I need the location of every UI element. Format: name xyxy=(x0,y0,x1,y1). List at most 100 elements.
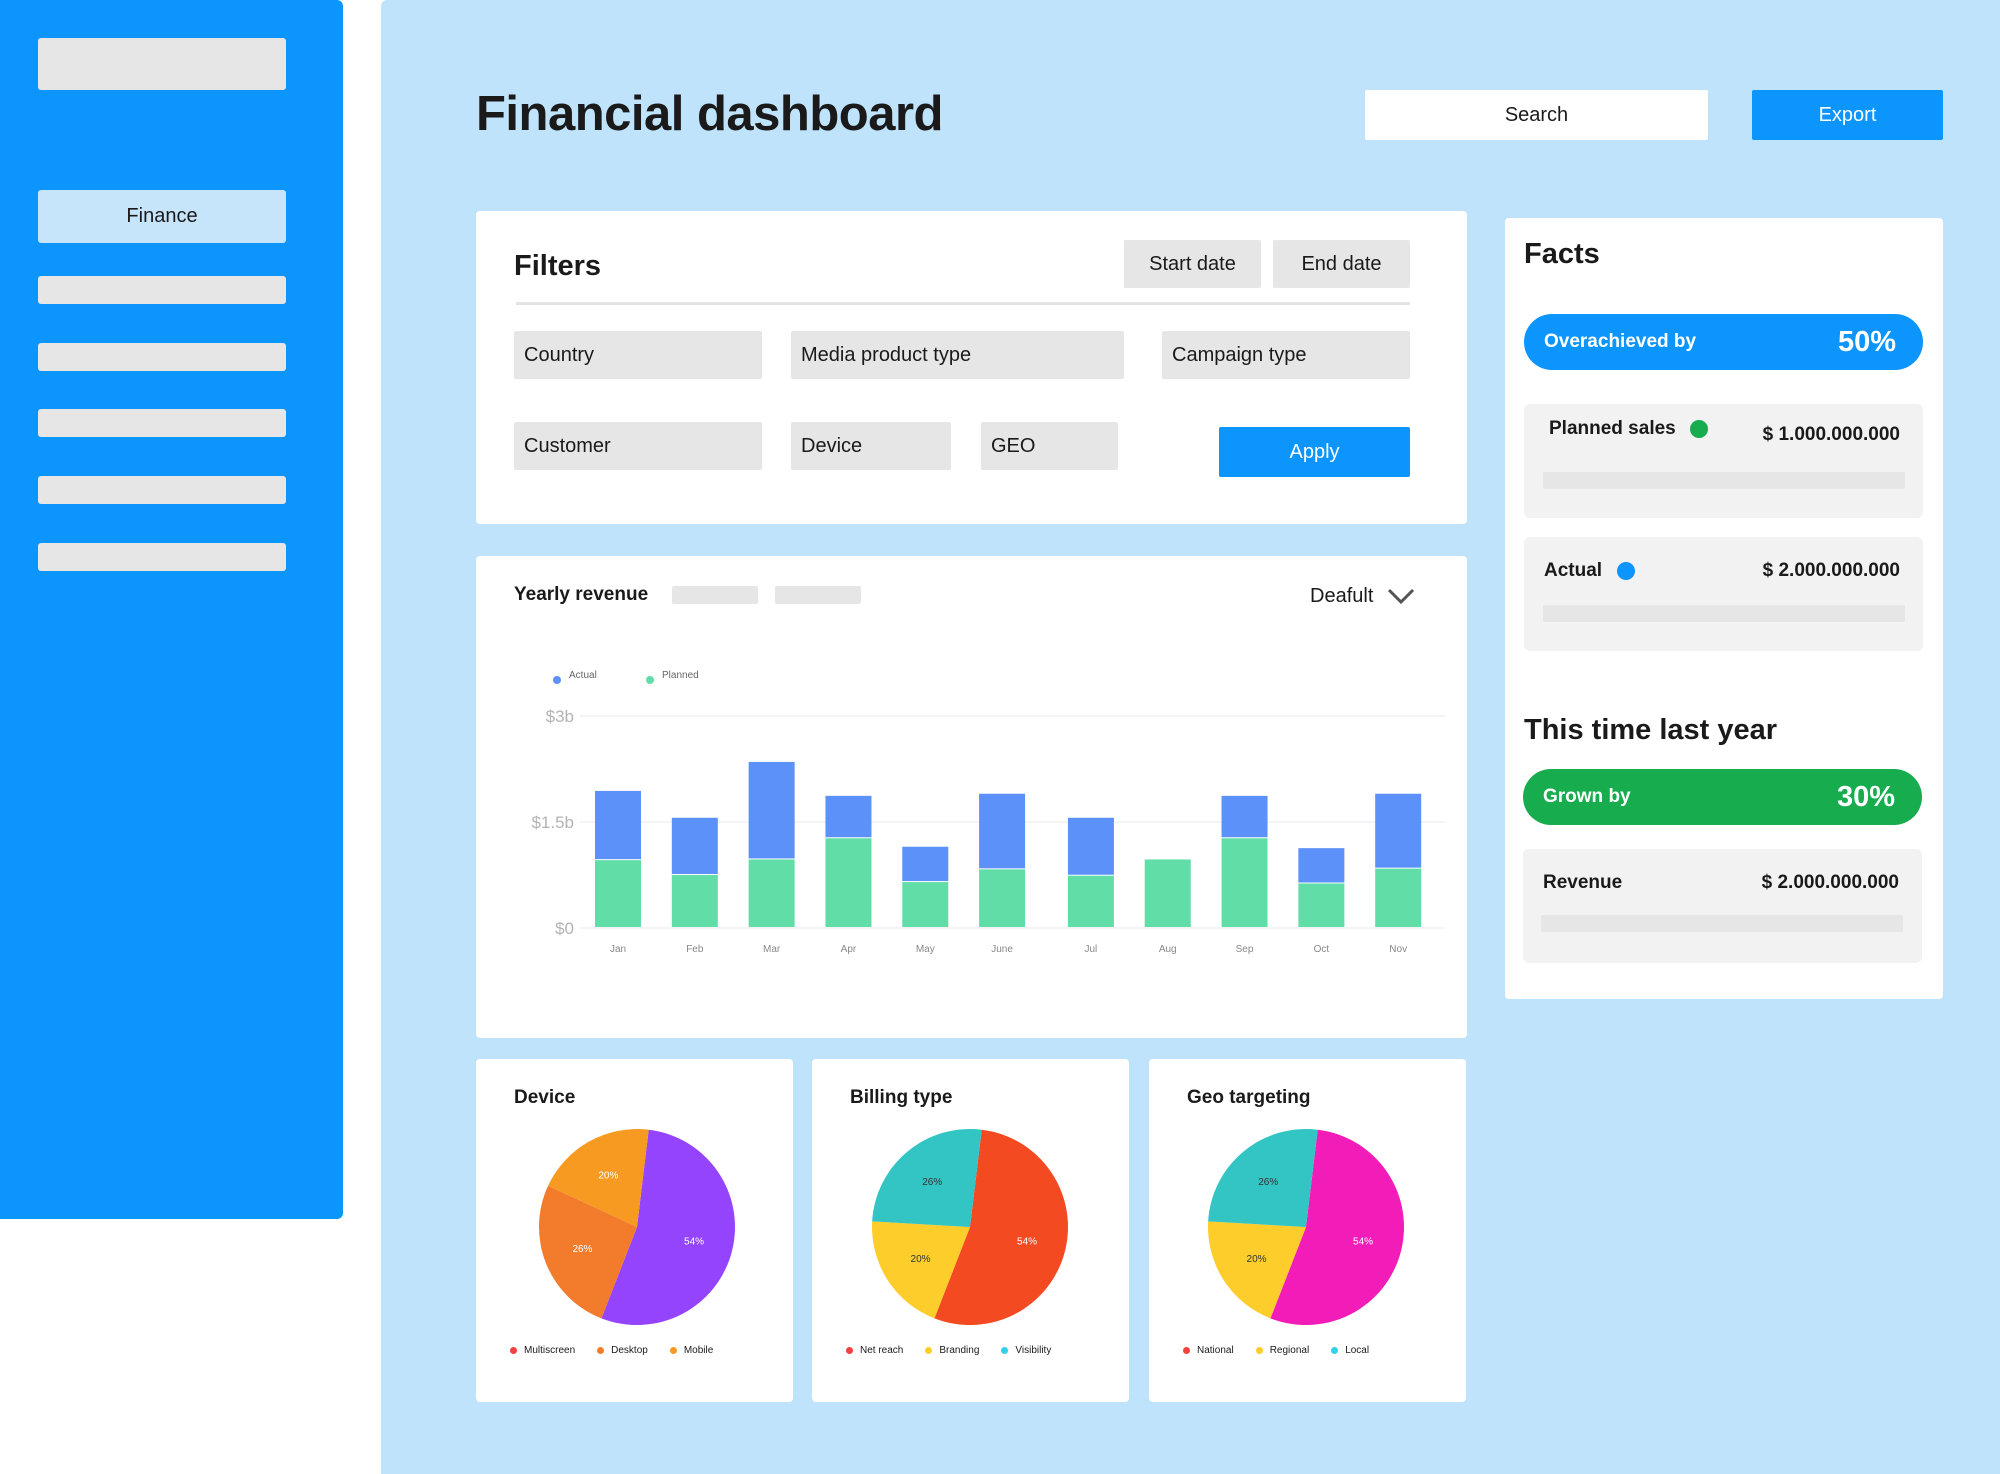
overachieved-pill: Overachieved by 50% xyxy=(1524,314,1923,370)
legend-label: National xyxy=(1197,1345,1234,1356)
bar-planned-jul xyxy=(1067,875,1114,927)
sidebar-item-placeholder[interactable] xyxy=(38,409,286,437)
geo-targeting-pie-title: Geo targeting xyxy=(1187,1087,1311,1108)
chevron-down-icon xyxy=(1388,588,1415,605)
legend-item: Net reach xyxy=(846,1345,903,1356)
facts-title: Facts xyxy=(1524,238,1600,270)
bar-actual-sep xyxy=(1221,795,1268,838)
legend-dot xyxy=(510,1347,517,1354)
revenue-fact-row xyxy=(1523,849,1922,963)
bar-planned-nov xyxy=(1375,868,1422,927)
x-tick-label: Sep xyxy=(1236,944,1254,955)
legend-item: Desktop xyxy=(597,1345,648,1356)
revenue-fact-label: Revenue xyxy=(1543,872,1623,893)
x-tick-label: Jan xyxy=(610,944,626,955)
bar-planned-sep xyxy=(1221,838,1268,927)
last-year-title: This time last year xyxy=(1524,714,1778,746)
bar-planned-feb xyxy=(671,875,718,927)
y-tick-label: $3b xyxy=(546,707,574,726)
planned-sales-value: $ 1.000.000.000 xyxy=(1762,424,1900,445)
device-pie-title: Device xyxy=(514,1087,576,1108)
actual-label: Actual xyxy=(1544,560,1603,581)
x-tick-label: Nov xyxy=(1389,944,1407,955)
legend-item: Multiscreen xyxy=(510,1345,575,1356)
pie-slice-label: 54% xyxy=(684,1236,704,1247)
revenue-tab-placeholder[interactable] xyxy=(775,586,861,604)
export-button[interactable]: Export xyxy=(1752,90,1943,140)
billing-type-pie-legend: Net reach Branding Visibility xyxy=(846,1345,1051,1356)
apply-button[interactable]: Apply xyxy=(1219,427,1410,477)
customer-filter[interactable]: Customer xyxy=(514,422,762,470)
overachieved-value: 50% xyxy=(1837,325,1896,358)
device-pie-chart: 54% 26% 20% xyxy=(539,1129,736,1325)
legend-item: Local xyxy=(1331,1345,1369,1356)
sidebar-item-placeholder[interactable] xyxy=(38,543,286,571)
bar-actual-nov xyxy=(1375,793,1422,868)
legend-label: Regional xyxy=(1269,1345,1310,1356)
legend-dot xyxy=(1001,1347,1009,1354)
legend-label: Mobile xyxy=(683,1345,714,1356)
legend-dot xyxy=(1331,1347,1339,1354)
end-date-button[interactable]: End date xyxy=(1273,240,1410,288)
legend-marker-actual xyxy=(553,676,561,684)
x-tick-label: June xyxy=(991,944,1013,955)
actual-row xyxy=(1524,537,1923,651)
pie-slice-label: 26% xyxy=(1258,1177,1278,1188)
bar-actual-jul xyxy=(1067,817,1114,875)
legend-item: Regional xyxy=(1255,1345,1310,1356)
legend-label: Desktop xyxy=(611,1345,648,1356)
bar-planned-oct xyxy=(1298,883,1345,927)
x-tick-label: Jul xyxy=(1085,944,1098,955)
bar-actual-june xyxy=(979,793,1026,869)
period-select[interactable]: Deafult xyxy=(1310,580,1450,612)
device-filter[interactable]: Device xyxy=(791,422,951,470)
x-tick-label: Apr xyxy=(841,944,857,955)
filters-divider xyxy=(516,302,1410,305)
revenue-tab-placeholder[interactable] xyxy=(672,586,758,604)
planned-sales-bar-placeholder xyxy=(1543,472,1905,489)
pie-slice-label: 54% xyxy=(1017,1236,1037,1247)
bar-actual-mar xyxy=(748,761,795,859)
sidebar-item-placeholder[interactable] xyxy=(38,476,286,504)
legend-dot xyxy=(925,1347,933,1354)
country-filter[interactable]: Country xyxy=(514,331,762,379)
revenue-bar-chart: Actual Planned $0 $1.5b $3b Jan Feb Mar Apr May Ju… xyxy=(531,670,1445,955)
revenue-chart-title: Yearly revenue xyxy=(514,584,649,605)
legend-dot xyxy=(669,1347,677,1354)
x-tick-label: Feb xyxy=(686,944,704,955)
bar-planned-aug xyxy=(1144,859,1191,927)
legend-dot xyxy=(1255,1347,1263,1354)
bar-actual-apr xyxy=(825,795,872,838)
geo-filter[interactable]: GEO xyxy=(981,422,1118,470)
campaign-type-filter[interactable]: Campaign type xyxy=(1162,331,1410,379)
legend-dot xyxy=(846,1347,853,1354)
media-product-type-filter[interactable]: Media product type xyxy=(791,331,1124,379)
grown-pill: Grown by 30% xyxy=(1523,769,1922,825)
legend-item: Branding xyxy=(925,1345,979,1356)
bar-actual-jan xyxy=(595,790,641,860)
pie-slice-label: 26% xyxy=(922,1177,942,1188)
legend-item: National xyxy=(1183,1345,1234,1356)
filters-title: Filters xyxy=(514,250,602,282)
legend-label-planned: Planned xyxy=(662,670,699,681)
revenue-fact-value: $ 2.000.000.000 xyxy=(1761,872,1899,893)
start-date-button[interactable]: Start date xyxy=(1124,240,1261,288)
sidebar-item-placeholder[interactable] xyxy=(38,343,286,371)
legend-label: Branding xyxy=(939,1345,980,1356)
sidebar-item-finance[interactable]: Finance xyxy=(38,190,286,243)
overachieved-label: Overachieved by xyxy=(1544,331,1697,352)
grown-value: 30% xyxy=(1836,780,1895,813)
x-tick-label: Oct xyxy=(1314,944,1330,955)
legend-dot xyxy=(597,1347,605,1354)
search-input[interactable] xyxy=(1365,90,1708,140)
bar-planned-may xyxy=(902,882,949,927)
legend-label: Multiscreen xyxy=(524,1345,576,1356)
legend-dot xyxy=(1183,1347,1190,1354)
billing-type-pie-title: Billing type xyxy=(850,1087,953,1108)
sidebar-item-placeholder[interactable] xyxy=(38,276,286,304)
sidebar xyxy=(0,0,343,1219)
bar-planned-apr xyxy=(825,838,872,927)
pie-slice-label: 20% xyxy=(598,1171,618,1182)
bar-planned-mar xyxy=(748,859,795,927)
revenue-fact-bar-placeholder xyxy=(1541,915,1903,932)
